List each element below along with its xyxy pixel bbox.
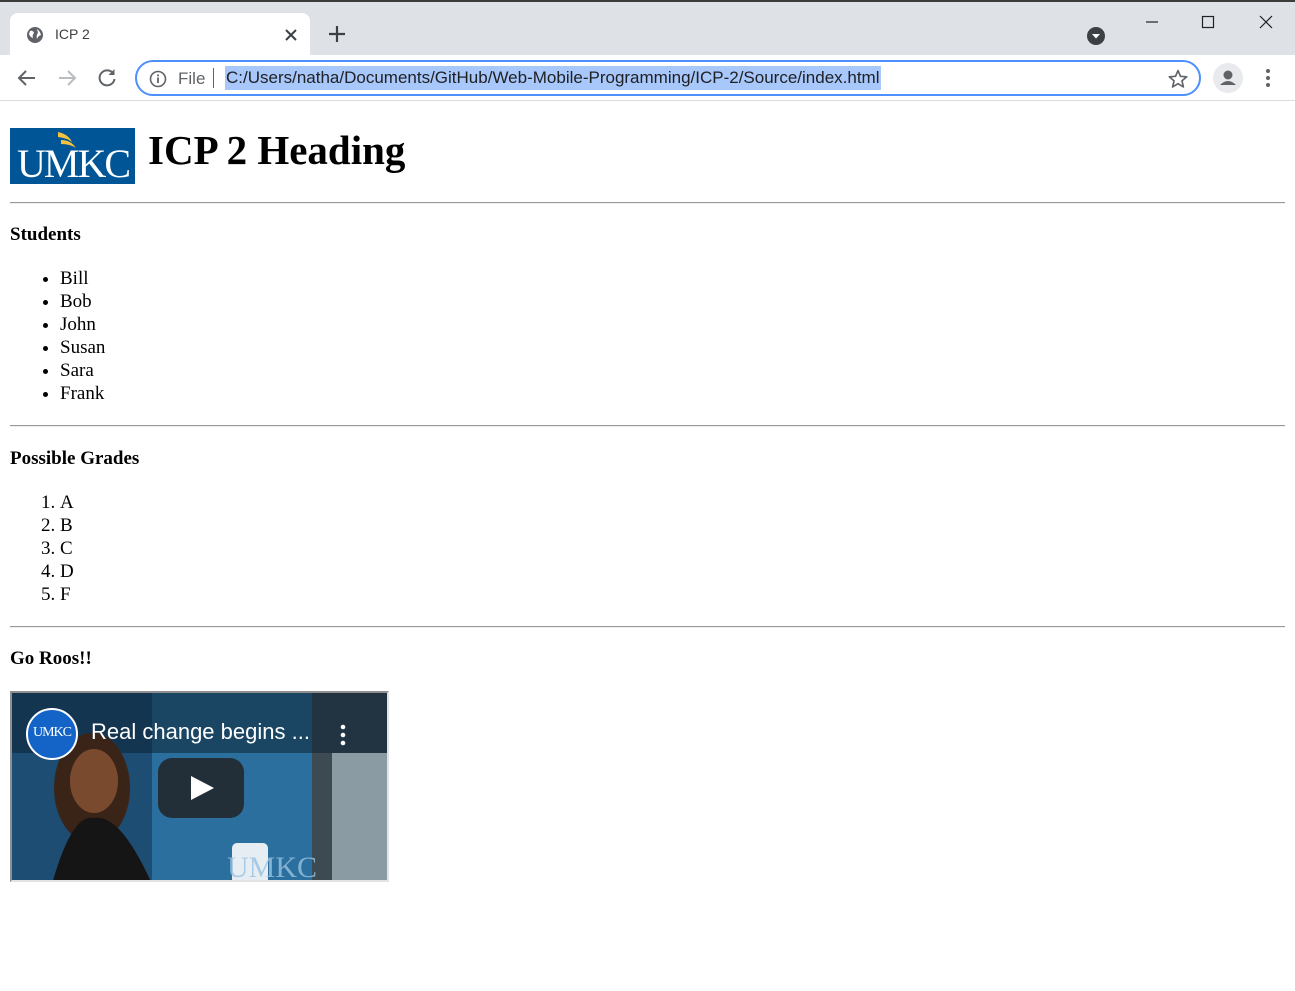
plus-icon[interactable] <box>325 22 349 46</box>
divider <box>10 626 1285 628</box>
students-heading: Students <box>10 224 81 245</box>
forward-arrow-icon[interactable] <box>54 65 80 91</box>
close-icon[interactable] <box>281 25 301 45</box>
channel-avatar[interactable]: UMKC <box>26 708 78 760</box>
video-embed[interactable]: UMKC UMKC Real change begins ... <box>10 691 389 882</box>
list-item: C <box>60 537 74 560</box>
play-icon[interactable] <box>158 758 244 818</box>
chevron-down-icon[interactable] <box>1086 26 1106 46</box>
more-vert-icon[interactable] <box>334 721 352 749</box>
browser-toolbar: File C:/Users/natha/Documents/GitHub/Web… <box>0 55 1295 101</box>
browser-tab[interactable]: ICP 2 <box>10 13 310 57</box>
person-icon <box>1220 70 1236 85</box>
grades-heading: Possible Grades <box>10 448 140 469</box>
list-item: Bill <box>60 267 105 290</box>
maximize-icon[interactable] <box>1196 10 1220 34</box>
globe-icon <box>27 27 43 43</box>
list-item: B <box>60 514 74 537</box>
grades-list: A B C D F <box>0 491 74 606</box>
star-icon[interactable] <box>1167 68 1189 90</box>
list-item: John <box>60 313 105 336</box>
reload-icon[interactable] <box>94 65 120 91</box>
tab-strip: ICP 2 <box>0 0 1295 57</box>
info-icon[interactable] <box>149 70 167 88</box>
address-bar[interactable]: File C:/Users/natha/Documents/GitHub/Web… <box>135 60 1201 96</box>
minimize-icon[interactable] <box>1140 10 1164 34</box>
more-vert-icon[interactable] <box>1256 66 1280 90</box>
list-item: Sara <box>60 359 105 382</box>
roos-heading: Go Roos!! <box>10 648 92 669</box>
url-text[interactable]: C:/Users/natha/Documents/GitHub/Web-Mobi… <box>225 66 881 90</box>
list-item: Frank <box>60 382 105 405</box>
page-title: ICP 2 Heading <box>148 127 406 173</box>
tab-title: ICP 2 <box>55 26 90 42</box>
window-close-icon[interactable] <box>1254 10 1278 34</box>
list-item: D <box>60 560 74 583</box>
umkc-logo: UMKC <box>10 128 135 184</box>
back-arrow-icon[interactable] <box>14 65 40 91</box>
list-item: Bob <box>60 290 105 313</box>
students-list: Bill Bob John Susan Sara Frank <box>0 267 105 405</box>
divider <box>10 202 1285 204</box>
address-separator <box>213 68 214 88</box>
divider <box>10 425 1285 427</box>
list-item: A <box>60 491 74 514</box>
address-scheme: File <box>178 69 206 88</box>
profile-button[interactable] <box>1213 63 1243 93</box>
list-item: Susan <box>60 336 105 359</box>
svg-text:UMKC: UMKC <box>227 851 317 882</box>
video-title[interactable]: Real change begins ... <box>91 719 310 745</box>
list-item: F <box>60 583 74 606</box>
